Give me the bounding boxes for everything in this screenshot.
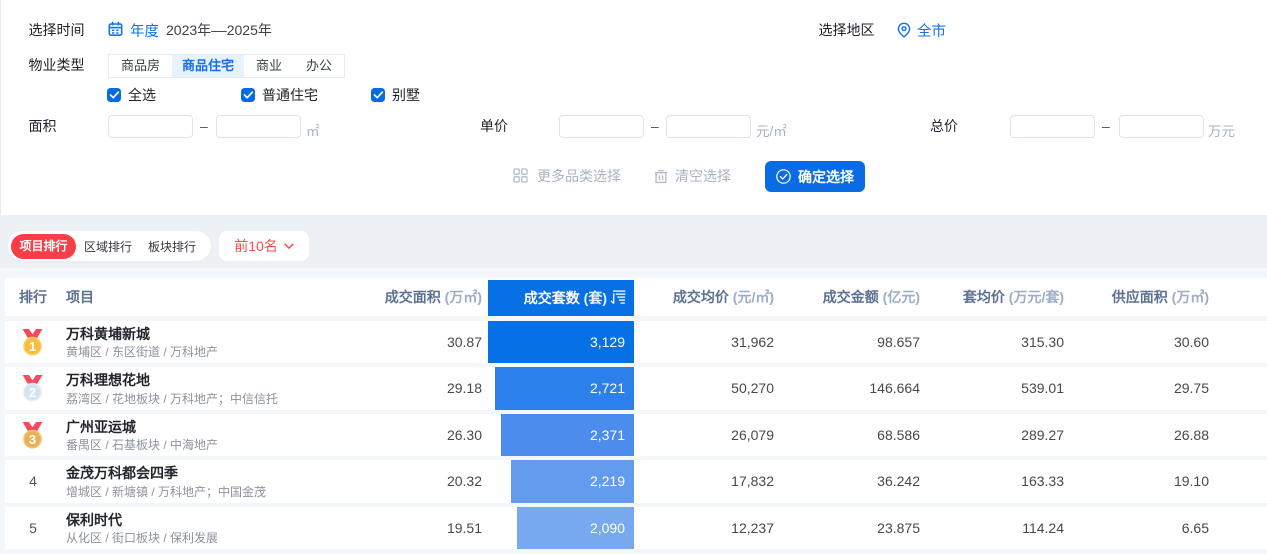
svg-text:2: 2 xyxy=(29,385,36,400)
svg-text:1: 1 xyxy=(29,338,36,353)
svg-text:3: 3 xyxy=(29,432,36,447)
